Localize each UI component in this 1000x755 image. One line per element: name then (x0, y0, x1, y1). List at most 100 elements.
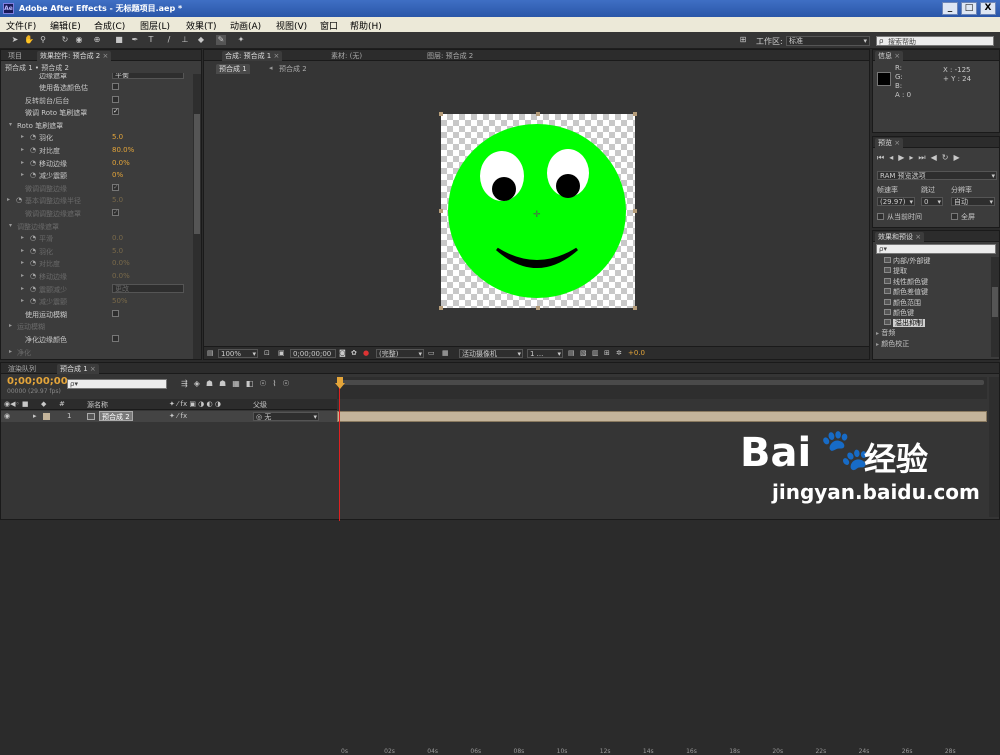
frame-rate-select[interactable]: (29.97) ▾ (877, 197, 915, 206)
text-tool-icon[interactable]: T (146, 35, 156, 45)
pen-tool-icon[interactable]: ✒ (130, 35, 140, 45)
graph-editor-icon[interactable]: ⌇ (273, 379, 283, 388)
effect-item[interactable]: 提取 (884, 266, 907, 276)
effects-scrollbar[interactable] (991, 257, 999, 357)
label-color-swatch[interactable] (43, 413, 50, 420)
minimize-button[interactable]: _ (942, 2, 958, 15)
brush-tool-icon[interactable]: / (164, 35, 174, 45)
play-icon[interactable]: ▶ (898, 153, 909, 162)
menu-animation[interactable]: 动画(A) (230, 19, 261, 32)
views-select[interactable]: 1 ... ▾ (527, 349, 563, 358)
stopwatch-icon[interactable]: ◔ (30, 259, 36, 267)
close-icon[interactable]: × (894, 52, 900, 60)
menu-file[interactable]: 文件(F) (6, 19, 36, 32)
stopwatch-icon[interactable]: ◔ (30, 297, 36, 305)
motion-blur-icon[interactable]: ▦ (232, 379, 246, 388)
timeline-timecode[interactable]: 0;00;00;00 (7, 376, 68, 387)
menu-window[interactable]: 窗口 (320, 19, 338, 32)
expand-triangle-icon[interactable]: ▸ (21, 133, 24, 140)
playhead-icon[interactable] (335, 383, 345, 389)
property-value[interactable]: 0.0% (112, 159, 130, 167)
brainstorm-icon[interactable]: ◧ (246, 379, 260, 388)
expand-triangle-icon[interactable]: ▸ (33, 412, 37, 420)
snap-icon[interactable]: ⊞ (738, 35, 748, 45)
layer-row[interactable]: ◉ ▸ 1 预合成 2 ✦ ⁄ fx ◎ 无 ▾ (1, 411, 337, 422)
stopwatch-icon[interactable]: ◔ (30, 133, 36, 141)
always-preview-icon[interactable]: ▤ (207, 349, 214, 357)
prev-frame-icon[interactable]: ◂ (889, 153, 898, 162)
shy-icon[interactable]: ☗ (206, 379, 219, 388)
camera-select[interactable]: 活动摄像机 ▾ (459, 349, 523, 358)
clone-tool-icon[interactable]: ⊥ (180, 35, 190, 45)
audio-icon[interactable]: ◀ (931, 153, 942, 162)
property-checkbox[interactable] (112, 95, 119, 103)
timeline-search-input[interactable]: ρ▾ (67, 379, 167, 389)
workspace-select[interactable]: 标准 ▾ (786, 36, 870, 46)
loop-icon[interactable]: ↻ (942, 153, 954, 162)
hand-tool-icon[interactable]: ✋ (24, 35, 34, 45)
layer-handle[interactable] (633, 209, 637, 213)
color-correction-group[interactable]: ▸ 颜色校正 (876, 339, 909, 349)
mask-tool-icon[interactable]: ■ (114, 35, 124, 45)
expand-triangle-icon[interactable]: ▸ (9, 322, 12, 329)
channel-icon[interactable]: ● (363, 349, 369, 357)
composition-viewer[interactable]: ✛ (439, 112, 637, 310)
show-snapshot-icon[interactable]: ✿ (351, 349, 357, 357)
audio-group[interactable]: ▸ 音频 (876, 328, 895, 338)
region-of-interest-icon[interactable]: ▭ (428, 349, 435, 357)
rotate-tool-icon[interactable]: ↻ (60, 35, 70, 45)
property-value[interactable]: 0.0% (112, 272, 130, 280)
layer-name[interactable]: 预合成 2 (99, 411, 133, 421)
effects-search-input[interactable]: ρ▾ (876, 244, 996, 254)
toggle-pixel-icon[interactable]: ▤ (568, 349, 575, 357)
puppet-tool-icon[interactable]: ✦ (236, 35, 246, 45)
layer-handle[interactable] (633, 112, 637, 116)
work-area-bar[interactable] (339, 380, 984, 385)
expand-triangle-icon[interactable]: ▸ (21, 259, 24, 266)
resolution-select-preview[interactable]: 自动 ▾ (951, 197, 995, 206)
tab-effect-controls[interactable]: 效果控件: 预合成 2 × (37, 51, 112, 61)
menu-help[interactable]: 帮助(H) (350, 19, 382, 32)
menu-layer[interactable]: 图层(L) (140, 19, 170, 32)
close-icon[interactable]: × (894, 139, 900, 147)
safe-zones-icon[interactable]: ⊡ (264, 349, 270, 357)
transparency-grid-icon[interactable]: ▦ (442, 349, 449, 357)
skip-select[interactable]: 0 ▾ (921, 197, 943, 206)
parent-pick-whip-icon[interactable]: ◎ (256, 413, 262, 421)
property-checkbox[interactable] (112, 83, 119, 90)
layer-handle[interactable] (439, 112, 443, 116)
subtab-precomp-2[interactable]: 预合成 2 (276, 64, 310, 74)
stopwatch-icon[interactable]: ◔ (30, 285, 36, 293)
tab-render-queue[interactable]: 渲染队列 (5, 364, 39, 374)
property-value[interactable]: 5.0 (112, 247, 123, 255)
expand-triangle-icon[interactable]: ▸ (21, 234, 24, 241)
layer-handle[interactable] (439, 209, 443, 213)
effect-item[interactable]: 颜色键 (884, 308, 914, 318)
stopwatch-icon[interactable]: ◔ (30, 272, 36, 280)
draft-3d-icon[interactable]: ◈ (194, 379, 206, 388)
tab-effects-presets[interactable]: 效果和预设 × (875, 232, 925, 242)
tab-layer[interactable]: 图层: 预合成 2 (424, 51, 476, 61)
tab-timeline-precomp-1[interactable]: 预合成 1 × (57, 364, 99, 374)
property-value[interactable]: 0.0% (112, 259, 130, 267)
effect-item[interactable]: 线性颜色键 (884, 277, 928, 287)
property-checkbox[interactable]: ✓ (112, 183, 119, 191)
tab-info[interactable]: 信息 × (875, 51, 904, 61)
effect-item[interactable]: 溢出抑制 (884, 318, 925, 328)
scrollbar-thumb[interactable] (992, 287, 998, 317)
expand-triangle-icon[interactable]: ▸ (7, 196, 10, 203)
exposure-value[interactable]: +0.0 (628, 349, 645, 357)
effect-item[interactable]: 颜色范围 (884, 298, 921, 308)
close-icon[interactable]: × (103, 52, 109, 60)
flowchart-icon[interactable]: ⊞ (604, 349, 610, 357)
property-value[interactable]: 5.0 (112, 196, 123, 204)
edge-matte-select[interactable]: 平衡 (112, 73, 184, 79)
first-frame-icon[interactable]: ⏮ (877, 153, 889, 162)
selection-tool-icon[interactable]: ➤ (10, 35, 20, 45)
expand-triangle-icon[interactable]: ▸ (9, 348, 12, 355)
zoom-tool-icon[interactable]: ⚲ (38, 35, 48, 45)
timeline-icon[interactable]: ▥ (592, 349, 599, 357)
property-checkbox[interactable] (112, 335, 119, 342)
maximize-button[interactable]: □ (961, 2, 977, 15)
ram-preview-options-select[interactable]: RAM 预览选项 ▾ (877, 171, 997, 180)
